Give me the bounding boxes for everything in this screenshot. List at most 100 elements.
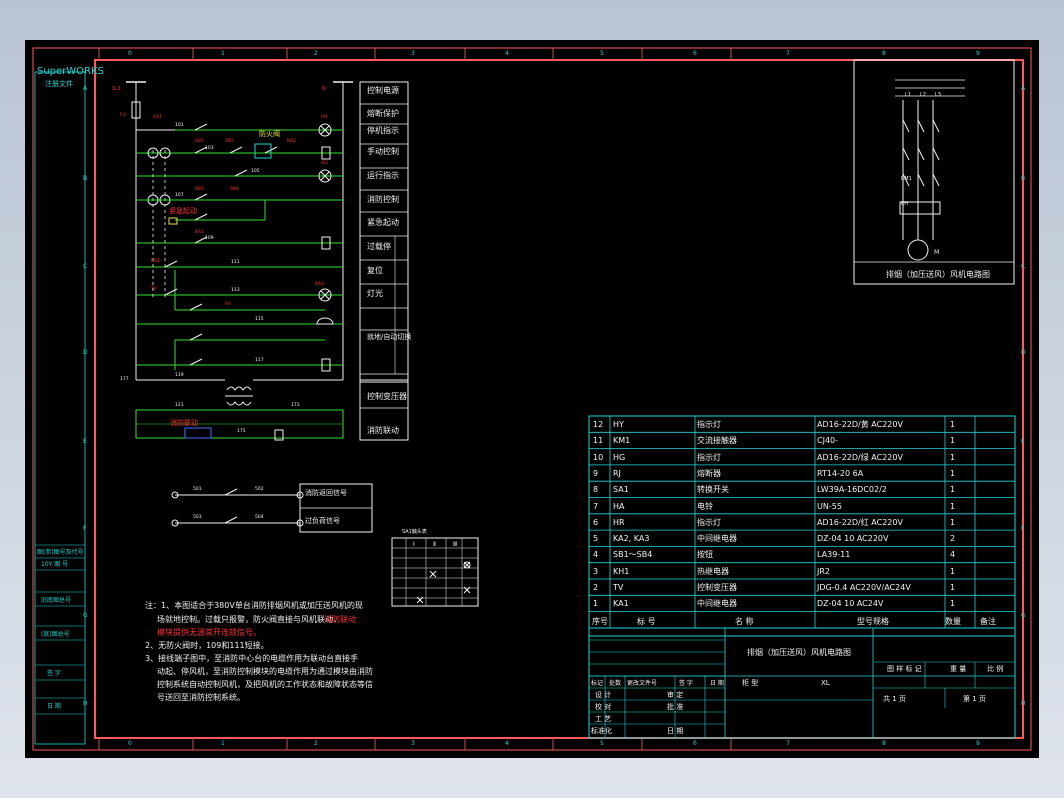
bom-cell-spec: AD16-22D/红 AC220V	[817, 517, 903, 527]
bom-cell-no: 7	[593, 501, 599, 511]
ruler-tick: D	[1021, 349, 1026, 356]
ruler-tick: F	[1021, 525, 1025, 532]
note-line: 2、无防火阀时，109和111短接。	[145, 641, 269, 650]
role-label: 校 对	[595, 703, 612, 711]
bom-cell-no: 5	[593, 534, 599, 544]
ruler-tick: H	[1021, 700, 1026, 707]
component-tag: TV	[150, 286, 158, 292]
panel-label: 消防控制	[367, 195, 399, 204]
bom-cell-qty: 2	[950, 534, 956, 544]
wire-number: 115	[255, 316, 264, 322]
drawing-title: 排烟（加压送风）风机电路图	[747, 648, 851, 657]
bom-cell-name: 电铃	[697, 501, 713, 511]
switch-contact	[229, 146, 243, 154]
bom-header: 型号规格	[857, 617, 889, 626]
wire-number: 113	[231, 287, 240, 293]
breaker-contact	[917, 147, 925, 161]
signal-wire-number: 503	[193, 514, 202, 520]
panel-label: 手动控制	[367, 147, 399, 156]
panel-label: 控制电源	[367, 86, 399, 95]
switch-contact	[194, 193, 208, 201]
bom-cell-spec: RT14-20 6A	[817, 468, 864, 478]
bom-cell-code: HY	[613, 420, 624, 429]
note-line: 动起、停风机，至消防控制模块的电缆作用为通过模块由消防	[157, 667, 373, 676]
bom-cell-code: HR	[613, 517, 625, 527]
bom-cell-name: 控制变压器	[697, 583, 737, 592]
switch-contact	[164, 260, 178, 268]
ruler-tick: 6	[693, 740, 697, 747]
motor-label: M	[934, 249, 940, 256]
ruler-tick: A	[83, 85, 88, 92]
type-value: XL	[821, 679, 830, 687]
component-tag: KA2	[287, 138, 296, 144]
emergency-start-label: 紧急起动	[169, 207, 197, 215]
bom-header: 数量	[945, 617, 961, 626]
bom-cell-qty: 1	[950, 583, 956, 592]
rev-label: 更改文件号	[627, 680, 658, 687]
wire-number: 175	[237, 428, 246, 434]
ruler-tick: 2	[314, 740, 318, 747]
contactor	[932, 173, 940, 187]
ruler-tick: 8	[882, 50, 886, 57]
ruler-tick: B	[83, 175, 87, 182]
panel-label: 紧急起动	[367, 218, 399, 227]
switch-table-header: Ⅰ	[413, 541, 415, 548]
brand-subtitle: 注册文件	[45, 80, 73, 88]
component-tag: KH1	[151, 258, 160, 264]
switch-contact	[189, 333, 203, 341]
rev-label: 签 字	[679, 680, 693, 687]
strip-label: 图(参)图号及代号	[37, 549, 84, 556]
ruler-tick: 5	[600, 740, 604, 747]
ruler-tick: A	[1021, 85, 1026, 92]
kh-label: KH	[901, 201, 909, 207]
drawing-canvas: 0 0 1 1 2 2 3 3 4 4 5 5 6 6 7 7 8 8 9 9 A A B B C C D D E E F F G G H H 101 1…	[25, 40, 1039, 758]
note-line: 注：1、本图适合于380V单台消防排烟风机或加压送风机的现	[145, 601, 363, 610]
bom-cell-qty: 1	[950, 517, 956, 527]
ruler-tick: G	[1021, 612, 1026, 619]
note-line: 号送回至消防控制系统。	[157, 693, 245, 702]
bom-cell-qty: 1	[950, 485, 956, 495]
bom-cell-no: 3	[593, 566, 599, 576]
bom-header: 标 号	[637, 617, 656, 626]
ruler-tick: 0	[128, 740, 132, 747]
bom-cell-code: RJ	[613, 468, 621, 478]
panel-label: 熔断保护	[367, 109, 399, 118]
weight-label: 重 量	[950, 665, 967, 673]
note-line: 场就地控制。过载只报警，防火阀直接与风机联动，	[157, 615, 341, 624]
ruler-tick: 7	[786, 50, 790, 57]
switch-contact	[189, 303, 203, 311]
ruler-tick: 8	[882, 740, 886, 747]
fire-link-label: 消防联动	[170, 419, 198, 427]
bom-cell-name: 中间继电器	[697, 599, 737, 609]
approval-label: 日 期	[667, 727, 684, 735]
motor-icon	[907, 239, 929, 261]
bom-cell-code: HA	[613, 501, 625, 511]
ruler-tick: F	[83, 525, 87, 532]
rev-label: 处数	[609, 680, 622, 687]
approval-label: 审 定	[667, 691, 684, 699]
wire-number: 173	[291, 402, 300, 408]
type-label: 柜 型	[742, 679, 759, 687]
role-label: 工 艺	[595, 715, 612, 723]
approval-label: 批 准	[667, 703, 684, 711]
bom-cell-name: 熔断器	[697, 468, 721, 478]
bell-icon	[316, 317, 334, 325]
bom-cell-code: KH1	[613, 566, 630, 576]
bom-cell-code: SA1	[613, 485, 629, 495]
contactor	[917, 173, 925, 187]
ruler-tick: D	[83, 349, 88, 356]
bom-cell-no: 12	[593, 420, 604, 429]
ruler-tick: G	[83, 612, 88, 619]
panel-label: 控制变压器	[367, 392, 407, 401]
ruler-tick: 1	[221, 740, 225, 747]
switch-table-header: Ⅱ	[433, 541, 436, 548]
panel-label: 消防联动	[367, 426, 399, 435]
ruler-tick: H	[83, 700, 88, 707]
phase-label: L3	[935, 92, 941, 98]
bom-cell-qty: 1	[950, 599, 956, 609]
bom-cell-code: KA1	[613, 599, 629, 609]
breaker-contact	[902, 119, 910, 133]
brand-logo: SuperWORKS	[37, 66, 104, 77]
bom-cell-spec: CJ40-	[817, 436, 839, 446]
component-tag: SB4	[230, 186, 239, 192]
